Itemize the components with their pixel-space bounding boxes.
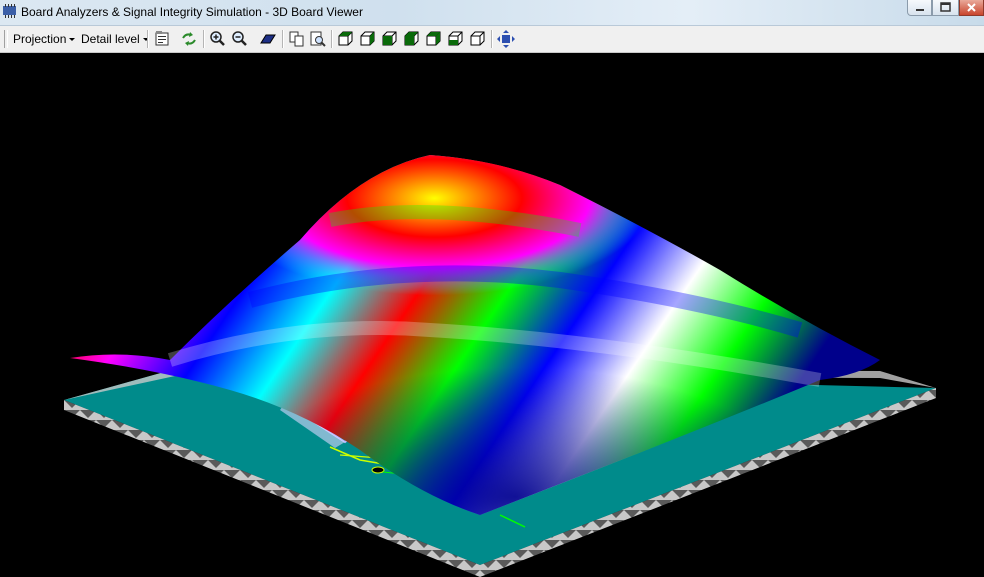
maximize-icon: [940, 2, 951, 12]
close-icon: [967, 3, 976, 12]
toolbar-separator: [491, 30, 493, 48]
view-iso-2-button[interactable]: [359, 30, 377, 48]
zoom-out-button[interactable]: [231, 30, 249, 48]
view-iso-5-icon: [426, 31, 441, 46]
app-icon: [3, 4, 16, 18]
minimize-icon: [916, 9, 924, 11]
board-icon: [260, 34, 276, 44]
toolbar-separator: [147, 30, 149, 48]
3d-viewport[interactable]: [0, 53, 984, 577]
refresh-icon: [182, 32, 196, 46]
copy-icon: [289, 31, 304, 47]
view-iso-2-icon: [360, 31, 375, 46]
zoom-in-icon: [210, 31, 225, 46]
toolbar-separator: [203, 30, 205, 48]
toolbar-separator: [331, 30, 333, 48]
view-iso-5-button[interactable]: [425, 30, 443, 48]
maximize-button[interactable]: [932, 0, 959, 16]
close-button[interactable]: [959, 0, 984, 16]
view-iso-6-icon: [448, 31, 463, 46]
refresh-button[interactable]: [180, 30, 198, 48]
toolbar: Projection Detail level: [0, 26, 984, 53]
view-iso-4-icon: [404, 31, 419, 46]
detail-level-dropdown[interactable]: Detail level: [78, 30, 152, 48]
zoom-in-button[interactable]: [209, 30, 227, 48]
zoom-out-icon: [232, 31, 247, 46]
fit-view-icon: [497, 30, 515, 48]
view-iso-1-button[interactable]: [337, 30, 355, 48]
board-3d-scene[interactable]: [0, 53, 984, 577]
detail-level-label: Detail level: [81, 32, 140, 46]
view-iso-1-icon: [338, 31, 353, 46]
properties-button[interactable]: [153, 30, 171, 48]
title-bar: Board Analyzers & Signal Integrity Simul…: [0, 0, 984, 26]
projection-label: Projection: [13, 32, 67, 46]
print-preview-icon: [310, 31, 326, 47]
minimize-button[interactable]: [907, 0, 932, 16]
fit-view-button[interactable]: [497, 30, 515, 48]
view-iso-7-button[interactable]: [469, 30, 487, 48]
view-iso-4-button[interactable]: [403, 30, 421, 48]
projection-dropdown[interactable]: Projection: [10, 30, 78, 48]
properties-icon: [155, 31, 169, 46]
print-preview-button[interactable]: [309, 30, 327, 48]
view-iso-6-button[interactable]: [447, 30, 465, 48]
board-view-button[interactable]: [259, 30, 277, 48]
toolbar-grip[interactable]: [4, 30, 8, 48]
view-iso-7-icon: [470, 31, 485, 46]
toolbar-separator: [282, 30, 284, 48]
window-title: Board Analyzers & Signal Integrity Simul…: [21, 5, 363, 19]
copy-button[interactable]: [288, 30, 306, 48]
view-iso-3-icon: [382, 31, 397, 46]
view-iso-3-button[interactable]: [381, 30, 399, 48]
chevron-down-icon: [69, 38, 76, 42]
